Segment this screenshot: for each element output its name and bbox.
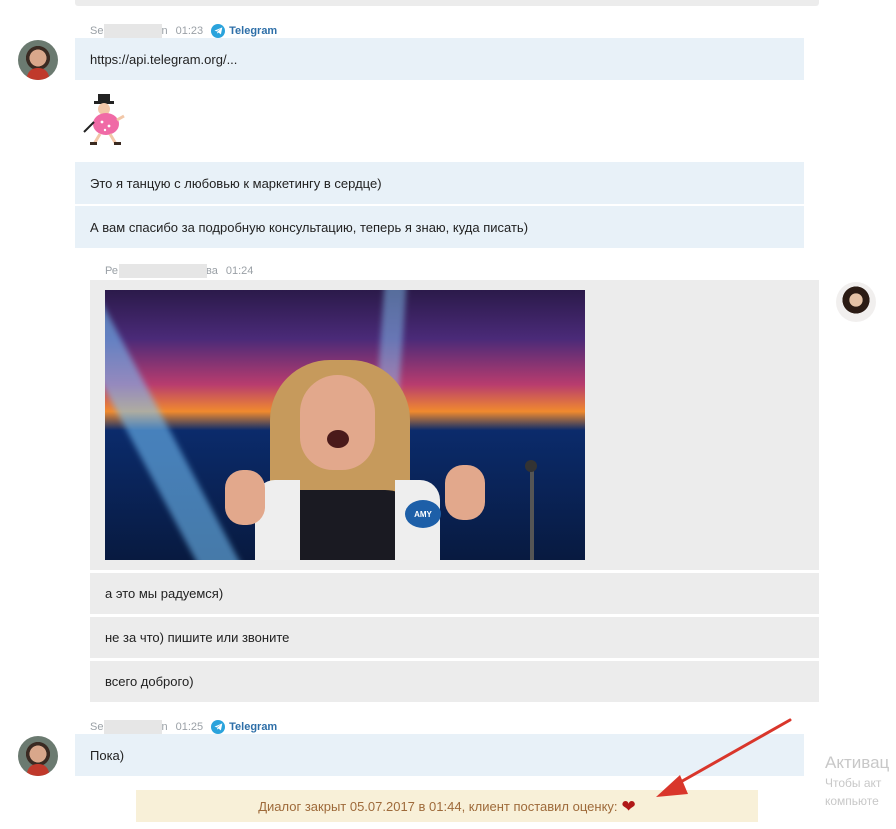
annotation-arrow-icon — [656, 718, 792, 797]
windows-activation-watermark: Активац Чтобы акт компьюте — [825, 753, 890, 808]
